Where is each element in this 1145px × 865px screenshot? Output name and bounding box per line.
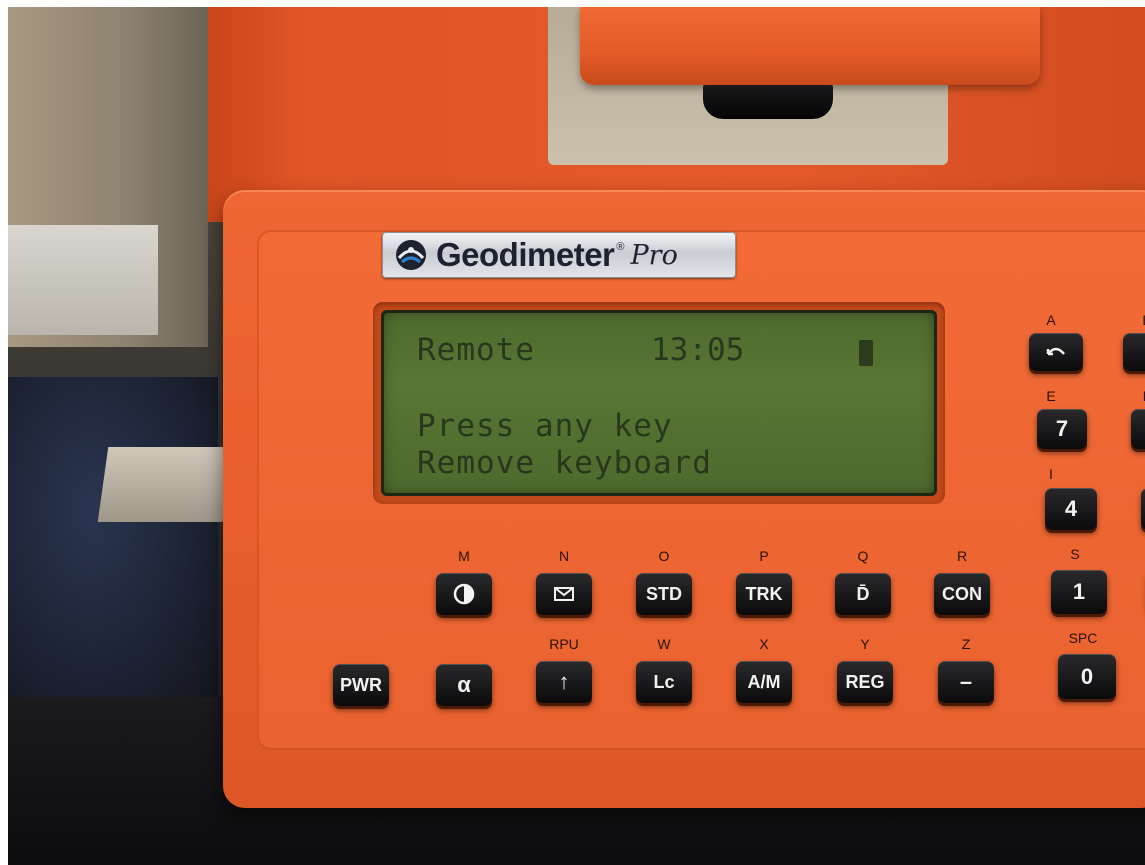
telescope-housing bbox=[580, 7, 1040, 85]
lcd-time: 13:05 bbox=[651, 332, 745, 368]
contrast-icon bbox=[453, 583, 475, 605]
key-label-a: A bbox=[1046, 312, 1056, 328]
std-key[interactable]: STD bbox=[636, 573, 692, 615]
lcd-status-text: Remote bbox=[417, 332, 535, 368]
key-label-s: S bbox=[1070, 546, 1080, 562]
background-chair bbox=[8, 377, 218, 707]
background-paper bbox=[97, 447, 234, 522]
contrast-key[interactable] bbox=[436, 573, 492, 615]
key-0[interactable]: 0 bbox=[1058, 654, 1116, 699]
key-label-w: W bbox=[657, 636, 671, 652]
key-label-rpu: RPU bbox=[549, 636, 579, 652]
key-label-n: N bbox=[558, 548, 570, 564]
key-label-b: B bbox=[1119, 312, 1145, 328]
background-box bbox=[8, 225, 158, 335]
lens-mount bbox=[703, 85, 833, 119]
key-8[interactable] bbox=[1131, 409, 1145, 449]
key-label-r: R bbox=[956, 548, 968, 564]
brand-registered-mark: ® bbox=[616, 241, 625, 253]
key-label-p: P bbox=[759, 548, 769, 564]
am-key[interactable]: A/M bbox=[736, 661, 792, 703]
control-panel: Geodimeter ® Pro Remote 13:05 Press any … bbox=[223, 190, 1145, 808]
brand-name: Geodimeter bbox=[436, 236, 615, 273]
key-label-e: E bbox=[1046, 388, 1056, 404]
geodimeter-logo-icon bbox=[396, 240, 426, 270]
trk-key[interactable]: TRK bbox=[736, 573, 792, 615]
lcd-message-line-1: Press any key bbox=[417, 408, 673, 444]
key-label-m: M bbox=[458, 548, 470, 564]
key-7[interactable]: 7 bbox=[1037, 409, 1087, 449]
lcd-display: Remote 13:05 Press any key Remove keyboa… bbox=[381, 310, 937, 496]
key-5[interactable] bbox=[1141, 488, 1145, 530]
key-label-spc: SPC bbox=[1068, 630, 1098, 646]
lc-key[interactable]: Lc bbox=[636, 661, 692, 703]
envelope-icon bbox=[554, 587, 574, 601]
brand-model: Pro bbox=[630, 239, 678, 271]
d-bar-key[interactable]: D̄ bbox=[835, 573, 891, 615]
key-label-y: Y bbox=[860, 636, 870, 652]
reg-key[interactable]: REG bbox=[837, 661, 893, 703]
back-key[interactable] bbox=[1029, 333, 1083, 371]
key-4[interactable]: 4 bbox=[1045, 488, 1097, 530]
con-key[interactable]: CON bbox=[934, 573, 990, 615]
key-label-i: I bbox=[1049, 466, 1053, 482]
keypad-b-key[interactable] bbox=[1123, 333, 1145, 371]
key-label-z: Z bbox=[961, 636, 971, 652]
pwr-key[interactable]: PWR bbox=[333, 664, 389, 706]
key-label-f: F bbox=[1119, 388, 1145, 404]
alpha-key[interactable]: α bbox=[436, 664, 492, 706]
brand-plate: Geodimeter ® Pro bbox=[382, 232, 736, 278]
lcd-bezel: Remote 13:05 Press any key Remove keyboa… bbox=[373, 302, 945, 504]
key-label-x: X bbox=[759, 636, 769, 652]
battery-icon bbox=[859, 340, 873, 366]
arrow-back-icon bbox=[1046, 347, 1065, 356]
message-key[interactable] bbox=[536, 573, 592, 615]
up-arrow-key[interactable]: ↑ bbox=[536, 661, 592, 703]
minus-key[interactable]: – bbox=[938, 661, 994, 703]
key-1[interactable]: 1 bbox=[1051, 570, 1107, 614]
key-label-o: O bbox=[658, 548, 670, 564]
photo-scene: Geodimeter ® Pro Remote 13:05 Press any … bbox=[8, 7, 1145, 865]
key-label-q: Q bbox=[857, 548, 869, 564]
lcd-message-line-2: Remove keyboard bbox=[417, 445, 712, 481]
